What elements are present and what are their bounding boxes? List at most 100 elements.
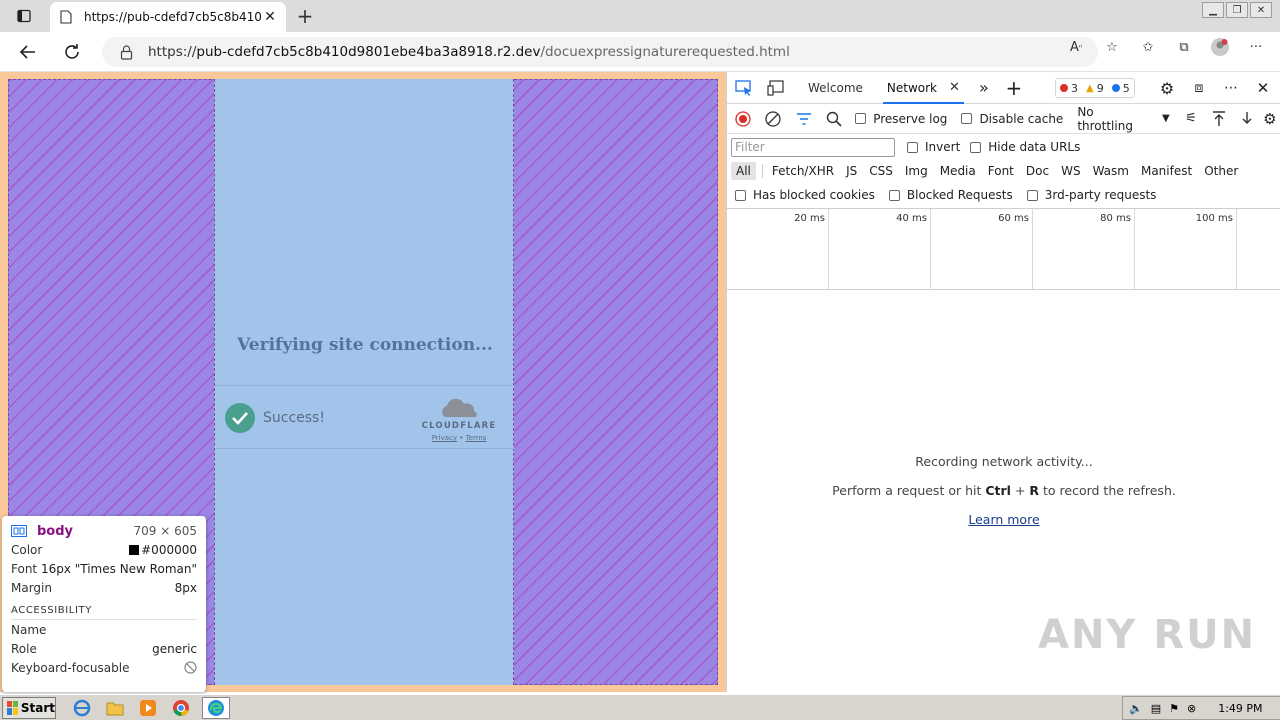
favorites-icon[interactable]: ✩ — [1138, 37, 1158, 57]
devtools-actions: ⚙ ⧈ ⋯ ✕ — [1155, 76, 1275, 100]
row-value: 8px — [174, 580, 197, 595]
refresh-button[interactable] — [60, 40, 84, 64]
tab-network[interactable]: Network ✕ — [875, 72, 972, 104]
export-har-icon[interactable] — [1236, 107, 1258, 131]
import-har-icon[interactable] — [1208, 107, 1230, 131]
throttling-select[interactable]: No throttling ▼ — [1077, 105, 1169, 133]
filter-type-all[interactable]: All — [731, 162, 756, 180]
device-emulation-icon[interactable] — [764, 76, 788, 100]
tab-welcome[interactable]: Welcome — [796, 72, 875, 104]
preserve-log-checkbox[interactable]: Preserve log — [855, 112, 947, 126]
customize-icon[interactable]: ⧈ — [1187, 76, 1211, 100]
disable-cache-checkbox[interactable]: Disable cache — [961, 112, 1063, 126]
minimize-button[interactable]: ▁ — [1202, 2, 1224, 18]
filter-type-font[interactable]: Font — [983, 162, 1019, 180]
cloudflare-brand: CLOUDFLARE — [421, 421, 497, 431]
filter-icon[interactable] — [793, 107, 815, 131]
type-separator — [761, 164, 763, 178]
tooltip-row-role: Role generic — [11, 639, 197, 658]
more-options-icon[interactable]: ⋯ — [1219, 76, 1243, 100]
start-button[interactable]: Start — [2, 696, 56, 719]
network-icon[interactable]: ▤ — [1151, 702, 1161, 715]
invert-checkbox[interactable]: Invert — [907, 140, 960, 154]
close-window-button[interactable]: ✕ — [1250, 2, 1272, 18]
close-devtools-icon[interactable]: ✕ — [1251, 76, 1275, 100]
filter-type-media[interactable]: Media — [935, 162, 981, 180]
hide-data-urls-checkbox[interactable]: Hide data URLs — [970, 140, 1080, 154]
filter-type-js[interactable]: JS — [841, 162, 862, 180]
edge-taskbar-icon[interactable] — [202, 696, 230, 719]
clock[interactable]: 1:49 PM — [1218, 702, 1262, 715]
filter-type-ws[interactable]: WS — [1056, 162, 1085, 180]
filter-type-css[interactable]: CSS — [864, 162, 898, 180]
cloudflare-logo: CLOUDFLARE Privacy • Terms — [419, 398, 499, 442]
url-text: https://pub-cdefd7cb5c8b410d9801ebe4ba3a… — [148, 44, 790, 60]
info-icon — [1111, 84, 1120, 92]
row-value: 16px "Times New Roman" — [40, 561, 197, 576]
network-settings-icon[interactable]: ⚙ — [1259, 107, 1280, 131]
timeline-column: 100 ms — [1135, 209, 1237, 289]
chrome-taskbar-icon[interactable] — [169, 697, 193, 719]
profile-avatar[interactable] — [1210, 37, 1230, 57]
new-tab-button[interactable]: + — [294, 4, 316, 28]
address-bar[interactable]: https://pub-cdefd7cb5c8b410d9801ebe4ba3a… — [102, 37, 1098, 67]
devtools-tabbar: Welcome Network ✕ » + 3 ▲ 9 5 ⚙ ⧈ ⋯ ✕ — [727, 72, 1280, 104]
filter-type-doc[interactable]: Doc — [1021, 162, 1054, 180]
volume-icon[interactable]: 🔈 — [1129, 702, 1143, 715]
issue-badges[interactable]: 3 ▲ 9 5 — [1055, 78, 1135, 98]
add-favorite-icon[interactable]: ☆ — [1102, 37, 1122, 57]
cloudflare-widget: Success! CLOUDFLARE Privacy • Terms — [215, 385, 515, 449]
success-check-icon — [225, 403, 255, 433]
filter-type-fetch[interactable]: Fetch/XHR — [767, 162, 839, 180]
add-tab-icon[interactable]: + — [1002, 76, 1026, 100]
tab-actions-icon — [17, 9, 31, 23]
blocked-requests-checkbox[interactable]: Blocked Requests — [888, 188, 1013, 202]
filter-input[interactable]: Filter — [731, 137, 895, 157]
filter-type-img[interactable]: Img — [900, 162, 933, 180]
record-icon[interactable] — [732, 107, 754, 131]
timeline-label: 80 ms — [1100, 213, 1131, 224]
ie-taskbar-icon[interactable] — [70, 697, 94, 719]
row-label: Role — [11, 641, 37, 656]
chevron-down-icon: ▼ — [1162, 113, 1170, 124]
success-text: Success! — [263, 410, 325, 426]
network-conditions-icon[interactable]: ⚟ — [1180, 107, 1202, 131]
lock-icon[interactable] — [118, 44, 134, 60]
blocked-filters: Has blocked cookies Blocked Requests 3rd… — [727, 184, 1280, 206]
has-blocked-cookies-checkbox[interactable]: Has blocked cookies — [735, 188, 875, 202]
filter-type-wasm[interactable]: Wasm — [1088, 162, 1134, 180]
filter-type-other[interactable]: Other — [1199, 162, 1243, 180]
media-player-taskbar-icon[interactable] — [136, 697, 160, 719]
close-tab-icon[interactable]: ✕ — [949, 80, 960, 95]
watermark-text: ANY RUN — [1038, 612, 1257, 658]
tab-network-label: Network — [886, 80, 937, 95]
row-label: Margin — [11, 580, 52, 595]
anyrun-watermark: ANY RUN — [1038, 612, 1256, 658]
close-tab-icon[interactable]: ✕ — [262, 9, 278, 25]
settings-gear-icon[interactable]: ⚙ — [1155, 76, 1179, 100]
timeline-column: 60 ms — [931, 209, 1033, 289]
warning-icon: ▲ — [1086, 82, 1094, 94]
browser-tab[interactable]: https://pub-cdefd7cb5c8b410d9 ✕ — [50, 2, 286, 32]
security-icon[interactable]: ⊗ — [1187, 702, 1196, 715]
explorer-taskbar-icon[interactable] — [103, 697, 127, 719]
terms-link[interactable]: Terms — [466, 434, 487, 442]
restore-button[interactable]: ❐ — [1226, 2, 1248, 18]
privacy-link[interactable]: Privacy — [432, 434, 457, 442]
filter-type-manifest[interactable]: Manifest — [1136, 162, 1197, 180]
clear-icon[interactable] — [762, 107, 784, 131]
url-host: pub-cdefd7cb5c8b410d9801ebe4ba3a8918.r2.… — [196, 44, 541, 60]
third-party-checkbox[interactable]: 3rd-party requests — [1026, 188, 1156, 202]
tab-actions-button[interactable] — [10, 6, 38, 26]
learn-more-link[interactable]: Learn more — [968, 512, 1039, 527]
inspect-element-icon[interactable] — [732, 76, 756, 100]
action-center-icon[interactable]: ⚑ — [1169, 702, 1179, 715]
back-button[interactable] — [16, 40, 40, 64]
element-tag: body — [37, 523, 74, 539]
tooltip-row-margin: Margin 8px — [11, 578, 197, 597]
read-aloud-icon[interactable]: Aⁿ — [1066, 37, 1086, 57]
more-menu-icon[interactable]: ··· — [1246, 37, 1266, 57]
search-icon[interactable] — [823, 107, 845, 131]
collections-icon[interactable]: ⧉ — [1174, 37, 1194, 57]
more-tabs-icon[interactable]: » — [972, 76, 996, 100]
